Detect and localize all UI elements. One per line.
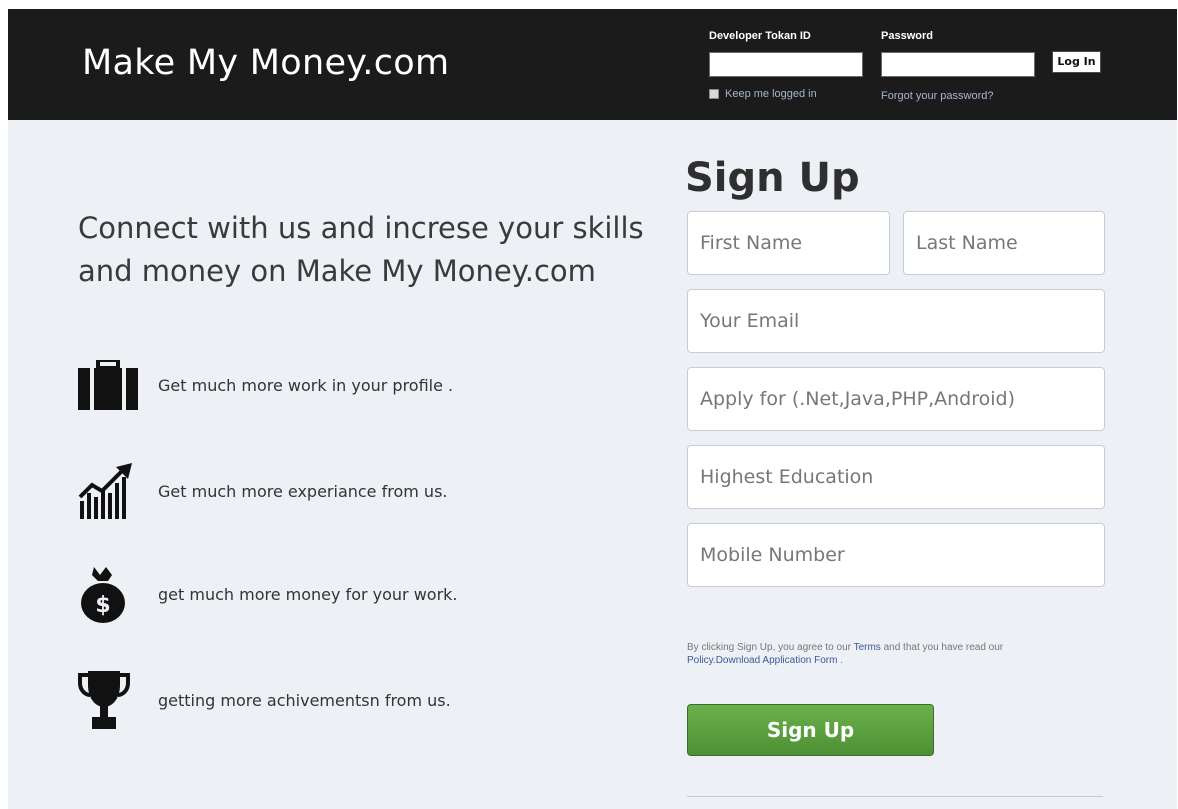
terms-mid: and that you have read our [880, 642, 1004, 653]
terms-pre: By clicking Sign Up, you agree to our [687, 642, 854, 653]
last-name-placeholder: Last Name [916, 232, 1018, 254]
first-name-field[interactable]: First Name [687, 211, 890, 275]
signup-title: Sign Up [685, 155, 860, 201]
first-name-placeholder: First Name [700, 232, 803, 254]
feature-item: $ get much more money for your work. [78, 564, 458, 624]
feature-text: Get much more work in your profile . [158, 375, 454, 395]
feature-text: getting more achivementsn from us. [158, 690, 451, 710]
forgot-password-link[interactable]: Forgot your password? [881, 90, 994, 102]
password-label: Password [881, 30, 933, 42]
feature-item: getting more achivementsn from us. [78, 670, 451, 730]
policy-link[interactable]: Policy.Download Application Form [687, 655, 837, 666]
feature-item: Get much more experiance from us. [78, 461, 448, 521]
briefcase-icon [78, 355, 138, 415]
keep-logged-in[interactable]: Keep me logged in [709, 88, 817, 100]
trophy-icon [78, 670, 138, 730]
education-field[interactable]: Highest Education [687, 445, 1105, 509]
money-bag-icon: $ [78, 564, 138, 624]
email-placeholder: Your Email [700, 310, 800, 332]
tagline: Connect with us and increse your skills … [78, 211, 644, 288]
feature-text: Get much more experiance from us. [158, 481, 448, 501]
terms-text: By clicking Sign Up, you agree to our Te… [687, 641, 1007, 667]
terms-link[interactable]: Terms [854, 642, 881, 653]
mobile-field[interactable]: Mobile Number [687, 523, 1105, 587]
terms-end: . [837, 655, 844, 666]
feature-item: Get much more work in your profile . [78, 355, 453, 415]
token-label: Developer Tokan ID [709, 30, 811, 42]
divider [687, 796, 1103, 797]
page-frame: Make My Money.com Developer Tokan ID Pas… [8, 9, 1177, 809]
token-input[interactable] [709, 52, 863, 77]
signup-button[interactable]: Sign Up [687, 704, 934, 756]
keep-logged-in-label: Keep me logged in [725, 88, 817, 100]
top-header: Make My Money.com Developer Tokan ID Pas… [8, 9, 1177, 120]
email-field[interactable]: Your Email [687, 289, 1105, 353]
svg-text:$: $ [95, 593, 110, 618]
feature-text: get much more money for your work. [158, 584, 458, 604]
login-button[interactable]: Log In [1052, 51, 1101, 73]
growth-chart-icon [78, 461, 138, 521]
site-logo[interactable]: Make My Money.com [82, 43, 449, 83]
apply-for-field[interactable]: Apply for (.Net,Java,PHP,Android) [687, 367, 1105, 431]
last-name-field[interactable]: Last Name [903, 211, 1105, 275]
mobile-placeholder: Mobile Number [700, 544, 845, 566]
education-placeholder: Highest Education [700, 466, 874, 488]
keep-logged-in-checkbox[interactable] [709, 89, 719, 99]
password-input[interactable] [881, 52, 1035, 77]
apply-for-placeholder: Apply for (.Net,Java,PHP,Android) [700, 388, 1015, 410]
